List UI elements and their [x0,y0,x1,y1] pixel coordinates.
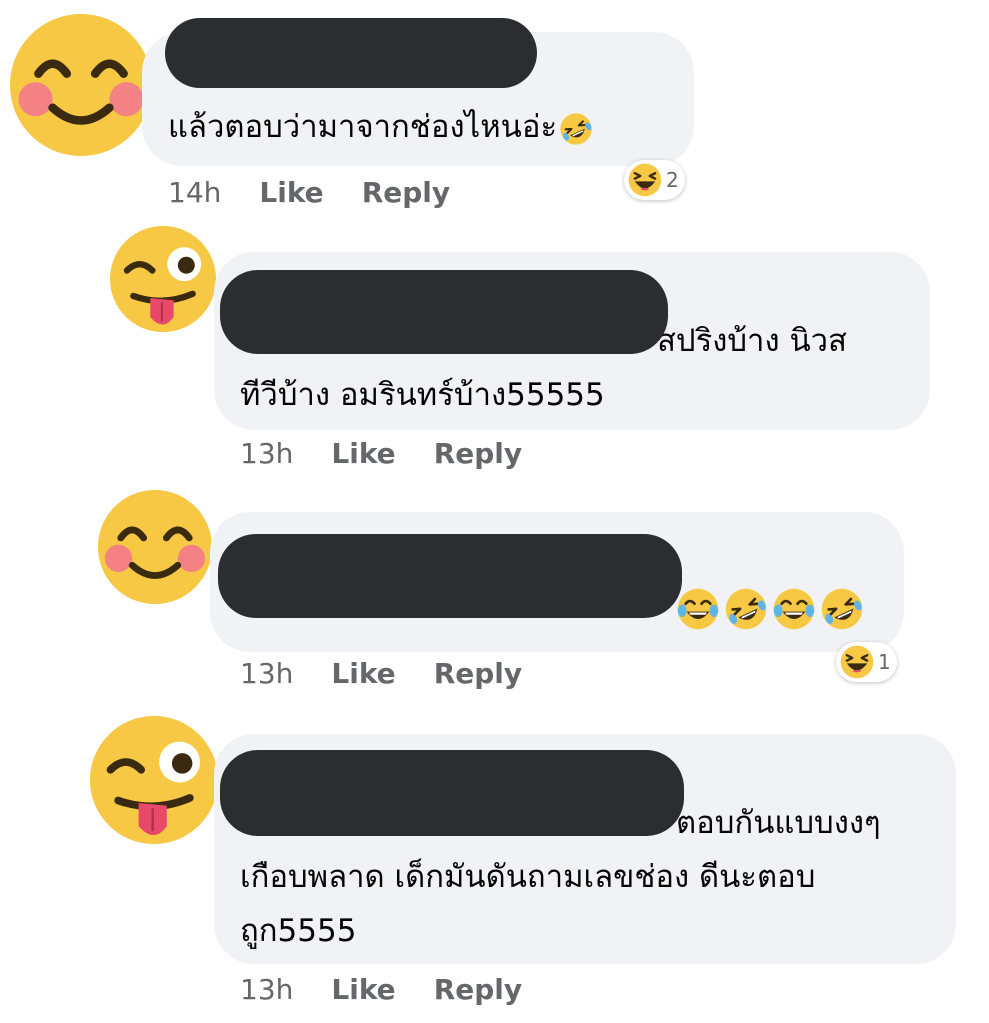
reply-button[interactable]: Reply [434,657,522,690]
comment-text-line: ถูก5555 [240,913,357,949]
reaction-count: 1 [878,650,891,674]
comment-text-line: เกือบพลาด เด็กมันดันถามเลขช่อง ดีนะตอบ [240,859,816,895]
comment-actions: 13h Like Reply [240,657,522,690]
commenter-avatar[interactable] [98,490,212,604]
rolling-on-floor-laughing-icon [559,112,593,146]
rolling-on-floor-laughing-icon [820,587,864,631]
reaction-badge[interactable]: 1 [836,642,897,682]
like-button[interactable]: Like [331,437,395,470]
timestamp: 13h [240,437,294,470]
redacted-name [165,18,537,88]
reaction-badge[interactable]: 2 [624,160,685,200]
timestamp: 13h [240,657,294,690]
comment-text-line: ทีวีบ้าง อมรินทร์บ้าง55555 [240,377,605,413]
commenter-avatar[interactable] [10,14,152,156]
redacted-name [220,270,668,354]
reply-button[interactable]: Reply [434,437,522,470]
rolling-on-floor-laughing-icon [724,587,768,631]
comment-text: แล้วตอบว่ามาจากช่องไหนอ่ะ [168,98,593,156]
like-button[interactable]: Like [331,973,395,1006]
like-button[interactable]: Like [259,176,323,209]
winking-tongue-face-icon [110,226,216,332]
smiling-face-blush-icon [10,14,152,156]
comment-actions: 14h Like Reply [168,176,450,209]
commenter-avatar[interactable] [90,716,218,844]
timestamp: 14h [168,176,222,209]
tears-of-joy-icon [772,587,816,631]
comment-text-line: ตอบกันแบบงงๆ [676,805,881,841]
tears-of-joy-icon [676,587,720,631]
comment-actions: 13h Like Reply [240,437,522,470]
reaction-count: 2 [666,168,679,192]
comment-emoji-row [676,578,864,636]
smiling-face-blush-icon [98,490,212,604]
redacted-name [218,534,682,618]
timestamp: 13h [240,973,294,1006]
commenter-avatar[interactable] [110,226,216,332]
haha-reaction-icon [840,645,874,679]
winking-tongue-face-icon [90,716,218,844]
reply-button[interactable]: Reply [434,973,522,1006]
like-button[interactable]: Like [331,657,395,690]
haha-reaction-icon [628,163,662,197]
reply-button[interactable]: Reply [362,176,450,209]
comment-actions: 13h Like Reply [240,973,522,1006]
redacted-name [220,750,684,836]
